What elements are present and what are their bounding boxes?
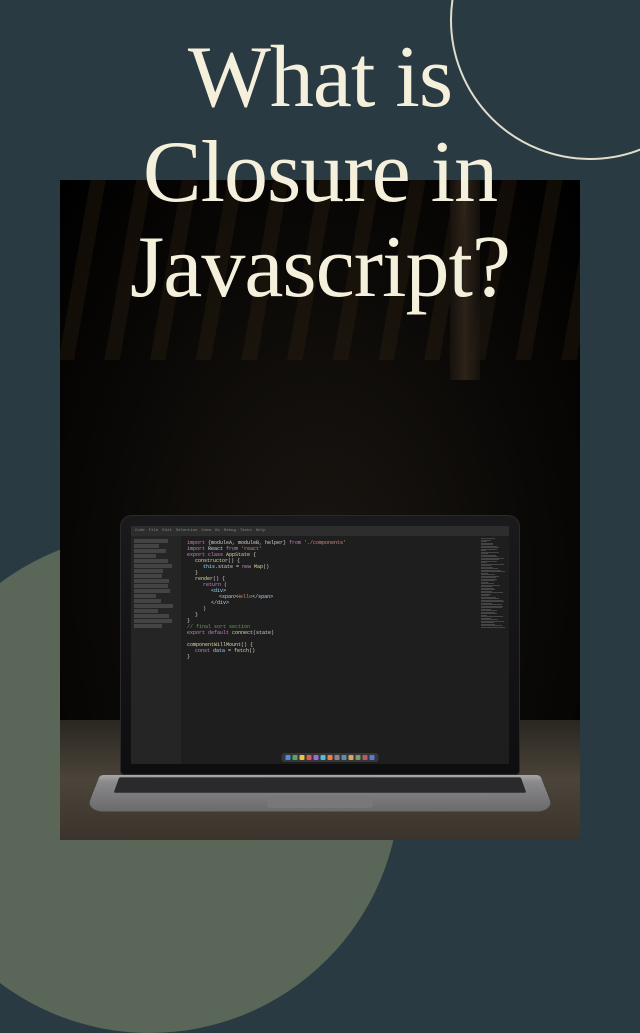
code-line: import React from 'react' [187, 546, 473, 551]
menu-item: Edit [162, 529, 172, 533]
code-line: constructor() { [187, 558, 473, 563]
file-tree-item [134, 584, 168, 588]
dock-app-icon [328, 755, 333, 760]
code-line: export default connect(state) [187, 630, 473, 635]
menu-item: Selection [176, 529, 198, 533]
dock-app-icon [349, 755, 354, 760]
dock-app-icon [293, 755, 298, 760]
file-tree-item [134, 609, 158, 613]
dock-app-icon [363, 755, 368, 760]
code-line: this.state = new Map() [187, 564, 473, 569]
editor-body: import {moduleA, moduleB, helper} from '… [131, 536, 509, 764]
file-tree-item [134, 554, 156, 558]
laptop-keyboard [114, 777, 527, 792]
code-line: ) [187, 606, 473, 611]
laptop-screen: Code FileEdit SelectionView Go Debug Tasks Hel… [131, 526, 509, 764]
laptop-bezel: Code FileEdit SelectionView Go Debug Tasks Hel… [120, 515, 520, 775]
laptop-trackpad [267, 795, 373, 808]
file-tree-item [134, 619, 172, 623]
file-tree-item [134, 544, 159, 548]
code-line: const data = fetch() [187, 648, 473, 653]
menu-item: Code [135, 529, 145, 533]
dock-app-icon [307, 755, 312, 760]
laptop-graphic: Code FileEdit SelectionView Go Debug Tasks Hel… [100, 515, 540, 835]
file-tree-item [134, 559, 168, 563]
code-line: } [187, 618, 473, 623]
dock-app-icon [356, 755, 361, 760]
file-tree-item [134, 614, 169, 618]
editor-code-area: import {moduleA, moduleB, helper} from '… [181, 536, 479, 764]
code-line: <div> [187, 588, 473, 593]
dock-app-icon [370, 755, 375, 760]
file-tree-item [134, 604, 173, 608]
file-tree-item [134, 599, 161, 603]
laptop-base [86, 775, 555, 812]
dock-app-icon [286, 755, 291, 760]
file-tree-item [134, 579, 169, 583]
dock-app-icon [314, 755, 319, 760]
page-title: What isClosure inJavascript? [0, 30, 640, 315]
editor-menu-bar: Code FileEdit SelectionView Go Debug Tasks Hel… [131, 526, 509, 536]
code-line: componentWillMount() { [187, 642, 473, 647]
menu-item: Go [215, 529, 220, 533]
menu-item: View [201, 529, 211, 533]
file-tree-item [134, 569, 163, 573]
minimap-line [481, 627, 505, 628]
code-line: } [187, 654, 473, 659]
dock-app-icon [300, 755, 305, 760]
code-line: <span>Hello</span> [187, 594, 473, 599]
file-tree-item [134, 574, 162, 578]
code-line: return ( [187, 582, 473, 587]
code-line: // final sort section [187, 624, 473, 629]
menu-item: Help [256, 529, 266, 533]
file-tree-item [134, 594, 156, 598]
menu-item: Tasks [240, 529, 252, 533]
dock-app-icon [335, 755, 340, 760]
code-line: } [187, 570, 473, 575]
macos-dock [282, 753, 379, 762]
dock-app-icon [342, 755, 347, 760]
menu-item: File [149, 529, 159, 533]
file-tree-item [134, 589, 170, 593]
menu-item: Debug [224, 529, 236, 533]
code-line: } [187, 612, 473, 617]
file-tree-item [134, 539, 168, 543]
file-tree-item [134, 624, 162, 628]
file-tree-item [134, 564, 172, 568]
editor-minimap [479, 536, 509, 764]
file-tree-item [134, 549, 166, 553]
code-line: import {moduleA, moduleB, helper} from '… [187, 540, 473, 545]
dock-app-icon [321, 755, 326, 760]
code-line: </div> [187, 600, 473, 605]
code-line: export class AppState { [187, 552, 473, 557]
editor-sidebar [131, 536, 181, 764]
code-line [187, 636, 473, 641]
code-line: render() { [187, 576, 473, 581]
